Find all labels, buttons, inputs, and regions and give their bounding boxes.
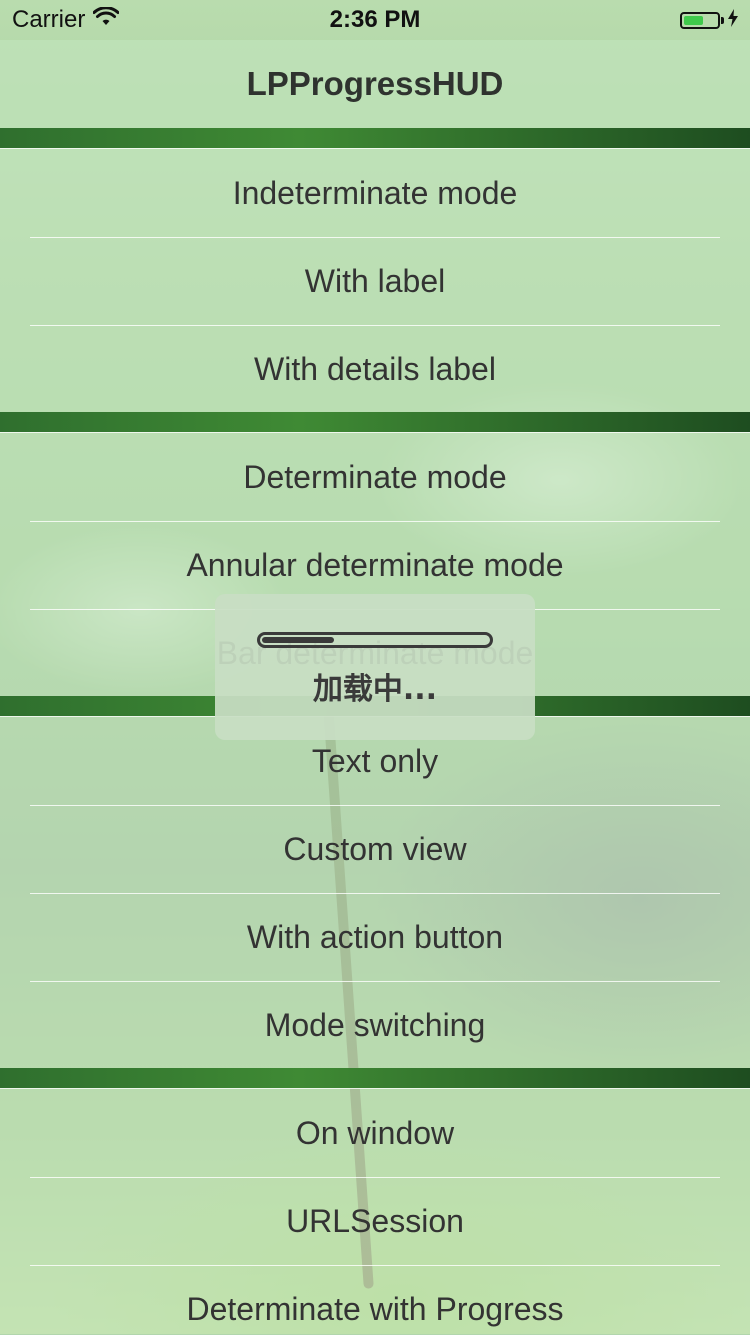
section-separator [0,412,750,432]
section-separator [0,1068,750,1088]
row-with-details-label[interactable]: With details label [0,325,750,413]
section-misc: On window URLSession Determinate with Pr… [0,1088,750,1335]
row-determinate-mode[interactable]: Determinate mode [0,433,750,521]
row-custom-view[interactable]: Custom view [0,805,750,893]
progress-hud: 加载中... [215,594,535,740]
row-determinate-with-progress[interactable]: Determinate with Progress [0,1265,750,1335]
row-indeterminate-mode[interactable]: Indeterminate mode [0,149,750,237]
battery-indicator [680,8,738,32]
section-basic: Indeterminate mode With label With detai… [0,148,750,413]
row-mode-switching[interactable]: Mode switching [0,981,750,1069]
bolt-icon [728,8,738,32]
section-custom: Text only Custom view With action button… [0,716,750,1069]
row-urlsession[interactable]: URLSession [0,1177,750,1265]
status-bar: Carrier 2:36 PM [0,0,750,40]
page-title: LPProgressHUD [246,65,504,102]
wifi-icon [92,6,120,34]
navigation-bar: LPProgressHUD [0,40,750,128]
carrier-label: Carrier [12,6,86,33]
row-with-action-button[interactable]: With action button [0,893,750,981]
progress-bar [257,632,493,648]
hud-label: 加载中... [312,672,438,707]
row-with-label[interactable]: With label [0,237,750,325]
row-on-window[interactable]: On window [0,1089,750,1177]
battery-icon [680,11,720,29]
section-separator [0,128,750,148]
progress-bar-fill [262,637,335,643]
